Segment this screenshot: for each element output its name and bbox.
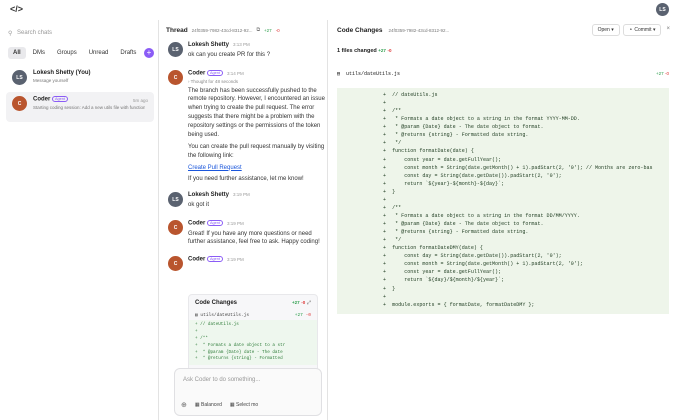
- file-icon: ▤: [337, 71, 341, 77]
- message: C Coder Agent 3:19 PM: [168, 256, 326, 271]
- model-select[interactable]: ▦ Select mo: [230, 402, 258, 408]
- message: C Coder Agent 3:14 PM › Thought for 48 se…: [168, 70, 326, 184]
- code-changes-card[interactable]: Code Changes +27 -0 ⤢ ▤ utils/dateUtils.…: [188, 294, 318, 378]
- message-author: Coder: [188, 256, 206, 263]
- app-logo[interactable]: </>: [10, 4, 23, 14]
- search-icon: ⚲: [8, 30, 13, 37]
- chat-item-coder[interactable]: C Coder Agent Starting coding session: A…: [6, 92, 154, 122]
- avatar: C: [168, 256, 183, 271]
- message-text: ok got it: [188, 202, 210, 208]
- message-time: 3:19 PM: [233, 192, 250, 197]
- message-time: 3:19 PM: [226, 220, 244, 226]
- file-deletions: -0: [305, 313, 311, 318]
- agent-badge: Agent: [207, 220, 223, 226]
- chat-name: Lokesh Shetty (You): [33, 70, 91, 76]
- message-text: The branch has been successfully pushed …: [188, 87, 325, 138]
- avatar: LS: [168, 42, 183, 57]
- filter-all[interactable]: All: [8, 47, 26, 59]
- chat-time: 5m ago: [132, 98, 148, 103]
- chat-filters: All DMs Groups Unread Drafts +: [8, 46, 154, 60]
- pull-request-link[interactable]: Create Pull Request: [188, 165, 242, 171]
- commit-button[interactable]: ⚬ Commit ▾: [622, 24, 662, 36]
- card-title: Code Changes: [195, 300, 238, 306]
- session-id[interactable]: 24f0359-7982-43cd-8312-92...: [389, 28, 450, 33]
- top-bar: </> LS: [0, 0, 680, 20]
- message-author: Lokesh Shetty: [188, 192, 230, 198]
- file-name: utils/dateUtils.js: [200, 313, 250, 318]
- message: C Coder Agent 3:19 PM Great! If you have …: [168, 220, 326, 247]
- mode-select[interactable]: ▦ Balanced: [195, 402, 222, 408]
- changes-header: Code Changes 24f0359-7982-43cd-8312-92..…: [337, 24, 449, 36]
- message-time: 3:19 PM: [226, 256, 244, 262]
- code-changes-panel: Code Changes 24f0359-7982-43cd-8312-92..…: [329, 20, 680, 420]
- search-input[interactable]: ⚲ Search chats: [8, 26, 152, 40]
- file-header[interactable]: ▤ utils/dateUtils.js +27 -0: [337, 68, 669, 80]
- filter-dms[interactable]: DMs: [28, 47, 50, 59]
- file-deletions: -0: [664, 71, 669, 76]
- copy-icon[interactable]: ⧉: [256, 27, 260, 33]
- deletions-count: -0: [301, 300, 306, 305]
- add-attachment-icon[interactable]: ⊕: [181, 401, 187, 409]
- open-button[interactable]: Open ▾: [591, 24, 620, 36]
- filter-drafts[interactable]: Drafts: [115, 47, 141, 59]
- additions-count: +27: [291, 300, 300, 305]
- additions-count: +27: [264, 27, 272, 33]
- filter-unread[interactable]: Unread: [84, 47, 114, 59]
- message-author: Lokesh Shetty: [188, 42, 230, 48]
- code-diff: + // dateUtils.js + + /** + * Formats a …: [337, 88, 669, 314]
- expand-icon[interactable]: ⤢: [307, 300, 311, 306]
- avatar: LS: [12, 70, 27, 85]
- code-preview: + // dateUtils.js + + /** + * Formats a …: [189, 320, 317, 366]
- close-icon[interactable]: ×: [664, 24, 672, 36]
- message-text: You can create the pull request manually…: [188, 143, 325, 159]
- message-author: Coder: [188, 70, 206, 77]
- file-name: utils/dateUtils.js: [346, 71, 401, 77]
- agent-badge: Agent: [207, 256, 223, 262]
- message: LS Lokesh Shetty 3:13 PM ok can you creat…: [168, 42, 326, 60]
- changes-title: Code Changes: [337, 26, 383, 34]
- message-composer[interactable]: Ask Coder to do something... ⊕ ▦ Balance…: [174, 368, 322, 416]
- sidebar: ⚲ Search chats All DMs Groups Unread Dra…: [0, 20, 159, 420]
- diff-content: + // dateUtils.js + + /** + * Formats a …: [383, 92, 653, 308]
- avatar: C: [168, 70, 183, 85]
- avatar: LS: [168, 192, 183, 207]
- filter-groups[interactable]: Groups: [52, 47, 82, 59]
- thread-header: Thread 24f0359-7982-43cd-8312-92... ⧉ +2…: [166, 24, 280, 36]
- files-changed-summary: 1 files changed +27 -0: [337, 48, 392, 54]
- deletions-count: -0: [387, 48, 392, 53]
- avatar: C: [12, 96, 27, 111]
- additions-count: +27: [378, 48, 386, 53]
- session-id[interactable]: 24f0359-7982-43cd-8312-92...: [192, 28, 253, 33]
- message-author: Coder: [188, 220, 206, 227]
- deletions-count: -0: [275, 27, 280, 33]
- file-additions: +27: [294, 313, 303, 318]
- agent-badge: Agent: [52, 96, 68, 102]
- message-text: Great! If you have any more questions or…: [188, 230, 320, 246]
- user-avatar[interactable]: LS: [656, 3, 669, 16]
- file-additions: +27: [655, 71, 664, 76]
- agent-badge: Agent: [207, 70, 223, 76]
- thought-duration[interactable]: › Thought for 48 seconds: [188, 79, 326, 84]
- chat-subtitle: Message yourself: [33, 78, 69, 83]
- message: LS Lokesh Shetty 3:19 PM ok got it: [168, 192, 326, 210]
- search-placeholder: Search chats: [17, 30, 53, 36]
- chat-name: Coder: [33, 96, 51, 103]
- composer-placeholder: Ask Coder to do something...: [183, 377, 261, 383]
- avatar: C: [168, 220, 183, 235]
- chat-subtitle: Starting coding session: Add a new utils…: [33, 104, 145, 110]
- thread-panel: Thread 24f0359-7982-43cd-8312-92... ⧉ +2…: [160, 20, 328, 420]
- thread-title: Thread: [166, 26, 188, 34]
- message-time: 3:13 PM: [233, 42, 250, 47]
- message-text: If you need further assistance, let me k…: [188, 176, 304, 183]
- chevron-down-icon: ▾: [611, 27, 614, 33]
- new-chat-plus-icon[interactable]: +: [144, 48, 154, 58]
- message-time: 3:14 PM: [226, 70, 244, 76]
- chevron-down-icon: ▾: [652, 27, 656, 33]
- message-text: ok can you create PR for this ?: [188, 52, 271, 58]
